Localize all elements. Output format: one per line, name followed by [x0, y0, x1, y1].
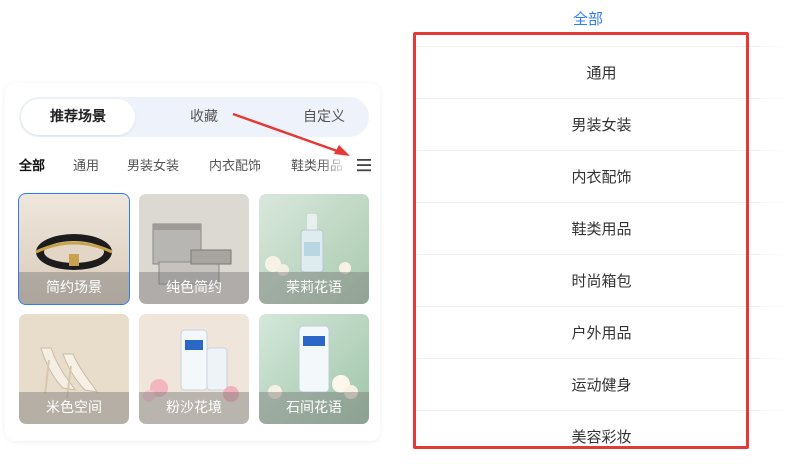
category-underwear-accessories[interactable]: 内衣配饰: [209, 155, 261, 174]
scene-card[interactable]: 茉莉花语: [259, 194, 369, 304]
scene-card[interactable]: 米色空间: [19, 314, 129, 424]
scene-tab-bar: 推荐场景 收藏 自定义: [19, 97, 369, 137]
category-filter-row: 全部 通用 男装女装 内衣配饰 鞋类用品: [19, 155, 374, 177]
dropdown-item[interactable]: 时尚箱包: [413, 254, 790, 307]
category-fade: [319, 155, 349, 177]
scene-card-label: 茉莉花语: [259, 272, 369, 304]
dropdown-all-option[interactable]: 全部: [560, 8, 616, 29]
scene-card-label: 米色空间: [19, 392, 129, 424]
scene-card-label: 简约场景: [19, 272, 129, 304]
dropdown-item[interactable]: 通用: [413, 46, 790, 99]
category-general[interactable]: 通用: [73, 155, 99, 174]
dropdown-item[interactable]: 内衣配饰: [413, 150, 790, 203]
scene-card[interactable]: 简约场景: [18, 193, 130, 305]
scene-card-label: 石间花语: [259, 392, 369, 424]
tab-favorites[interactable]: 收藏: [149, 99, 259, 135]
dropdown-item[interactable]: 美容彩妆: [413, 410, 790, 463]
dropdown-item[interactable]: 户外用品: [413, 306, 790, 359]
dropdown-item[interactable]: 鞋类用品: [413, 202, 790, 255]
category-apparel[interactable]: 男装女装: [127, 155, 179, 174]
scene-panel: 推荐场景 收藏 自定义 全部 通用 男装女装 内衣配饰 鞋类用品 简约场景 纯色…: [5, 83, 380, 441]
scene-card[interactable]: 石间花语: [259, 314, 369, 424]
scene-card[interactable]: 纯色简约: [139, 194, 249, 304]
tab-custom[interactable]: 自定义: [264, 99, 384, 135]
dropdown-item[interactable]: 男装女装: [413, 98, 790, 151]
tab-recommended-scenes[interactable]: 推荐场景: [21, 99, 135, 135]
scene-card-label: 纯色简约: [139, 272, 249, 304]
dropdown-item[interactable]: 运动健身: [413, 358, 790, 411]
category-all[interactable]: 全部: [19, 155, 45, 174]
scene-card-label: 粉沙花境: [139, 392, 249, 424]
scene-card[interactable]: 粉沙花境: [139, 314, 249, 424]
menu-icon[interactable]: [354, 155, 374, 175]
